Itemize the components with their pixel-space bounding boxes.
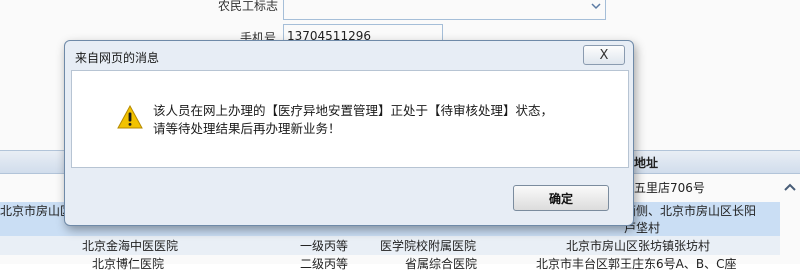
warning-triangle-icon	[117, 105, 143, 129]
dialog-close-button[interactable]: X	[583, 45, 625, 65]
dialog-footer: 确定	[71, 167, 627, 219]
dialog-body: 该人员在网上办理的【医疗异地安置管理】正处于【待审核处理】状态， 请等待处理结果…	[71, 70, 629, 168]
dialog-message-line: 该人员在网上办理的【医疗异地安置管理】正处于【待审核处理】状态，	[153, 103, 554, 118]
dialog-message-line: 请等待处理结果后再办理新业务！	[153, 121, 341, 136]
close-icon: X	[599, 47, 609, 63]
message-dialog: 来自网页的消息 X 该人员在网上办理的【医疗异地安置管理】正处于【待审核处理】状…	[64, 40, 634, 226]
dialog-title: 来自网页的消息	[75, 51, 160, 65]
dialog-message: 该人员在网上办理的【医疗异地安置管理】正处于【待审核处理】状态， 请等待处理结果…	[153, 102, 603, 138]
ok-button[interactable]: 确定	[513, 185, 609, 211]
